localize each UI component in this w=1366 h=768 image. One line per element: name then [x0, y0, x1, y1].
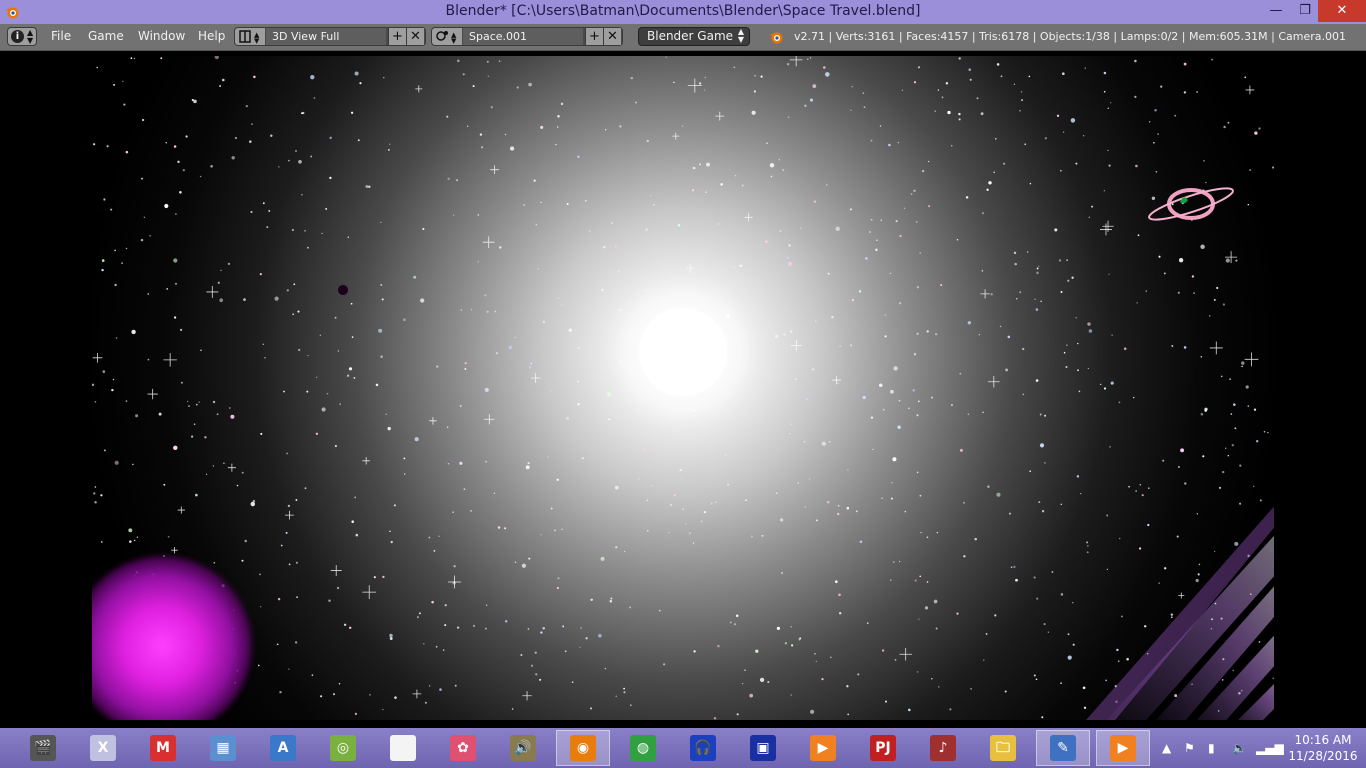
piano-taskbar-button[interactable]: ♪ — [916, 730, 970, 766]
updown-arrow-icon: ▲ ▼ — [27, 28, 34, 45]
game-taskbar-button[interactable]: X — [76, 730, 130, 766]
light-streaks — [1086, 506, 1274, 720]
project64-icon: PJ — [870, 735, 896, 761]
file-explorer-taskbar-button[interactable]: 🗀 — [976, 730, 1030, 766]
blender-logo-icon — [769, 32, 783, 44]
calculator-taskbar-button[interactable]: ▦ — [196, 730, 250, 766]
file-explorer-icon: 🗀 — [990, 735, 1016, 761]
svg-text:▼: ▼ — [451, 37, 457, 45]
maximize-button[interactable]: ❐ — [1290, 0, 1320, 22]
scene-name[interactable]: Space.001 — [463, 28, 583, 45]
game-icon: X — [90, 735, 116, 761]
window-title-bar: Blender* [C:\Users\Batman\Documents\Blen… — [0, 0, 1366, 24]
paint-icon: ✿ — [450, 735, 476, 761]
document-icon — [390, 735, 416, 761]
menu-help[interactable]: Help — [198, 29, 225, 43]
piano-icon: ♪ — [930, 735, 956, 761]
scene-statistics: v2.71 | Verts:3161 | Faces:4157 | Tris:6… — [794, 30, 1347, 43]
screen-layout-name[interactable]: 3D View Full — [266, 28, 386, 45]
mario-taskbar-button[interactable]: M — [136, 730, 190, 766]
editor-icon: ✎ — [1050, 735, 1076, 761]
blue-app-taskbar-button[interactable]: ▣ — [736, 730, 790, 766]
wordpad-icon: A — [270, 735, 296, 761]
screen-layout-selector[interactable]: ▲ ▼ 3D View Full + ✕ — [234, 27, 426, 46]
audio-icon: 🔊 — [510, 735, 536, 761]
wordpad-taskbar-button[interactable]: A — [256, 730, 310, 766]
svg-text:▼: ▼ — [254, 37, 260, 45]
media-player-icon: ▶ — [810, 735, 836, 761]
menu-game[interactable]: Game — [88, 29, 124, 43]
chrome-icon: ◍ — [630, 735, 656, 761]
power-icon[interactable]: ▮ — [1208, 741, 1215, 755]
close-button[interactable]: ✕ — [1318, 0, 1366, 22]
green-app-icon: ◎ — [330, 735, 356, 761]
network-signal-icon[interactable]: ▂▄▆ — [1256, 741, 1284, 755]
media-player-2-icon: ▶ — [1110, 735, 1136, 761]
blender-taskbar-button[interactable]: ◉ — [556, 730, 610, 766]
screen-layout-icon[interactable]: ▲ ▼ — [235, 28, 265, 45]
project64-taskbar-button[interactable]: PJ — [856, 730, 910, 766]
dropdown-arrow-icon: ▲ ▼ — [737, 27, 744, 44]
chrome-taskbar-button[interactable]: ◍ — [616, 730, 670, 766]
dark-moon — [338, 285, 348, 295]
system-clock[interactable]: 10:16 AM 11/28/2016 — [1288, 732, 1358, 764]
editor-type-button[interactable]: i ▲ ▼ — [7, 27, 37, 46]
mario-icon: M — [150, 735, 176, 761]
blender-icon: ◉ — [570, 735, 596, 761]
video-maker-taskbar-button[interactable]: 🎬 — [16, 730, 70, 766]
show-hidden-icons-icon[interactable]: ▲ — [1162, 741, 1171, 755]
document-taskbar-button[interactable] — [376, 730, 430, 766]
render-engine-dropdown[interactable]: Blender Game ▲ ▼ — [638, 27, 750, 46]
calculator-icon: ▦ — [210, 735, 236, 761]
video-maker-icon: 🎬 — [30, 735, 56, 761]
volume-icon[interactable]: 🔈 — [1232, 741, 1247, 755]
game-viewport[interactable] — [92, 56, 1274, 720]
green-app-taskbar-button[interactable]: ◎ — [316, 730, 370, 766]
media-player-taskbar-button[interactable]: ▶ — [796, 730, 850, 766]
menu-file[interactable]: File — [51, 29, 71, 43]
window-title: Blender* [C:\Users\Batman\Documents\Blen… — [445, 3, 921, 19]
action-center-flag-icon[interactable]: ⚑ — [1184, 741, 1195, 755]
add-scene-button[interactable]: + — [585, 28, 603, 45]
audacity-icon: 🎧 — [690, 735, 716, 761]
remove-layout-button[interactable]: ✕ — [406, 28, 424, 45]
clock-date: 11/28/2016 — [1288, 749, 1358, 763]
menu-window[interactable]: Window — [138, 29, 185, 43]
paint-taskbar-button[interactable]: ✿ — [436, 730, 490, 766]
info-icon: i — [11, 30, 24, 43]
ringed-planet — [1148, 187, 1234, 221]
media-player-2-taskbar-button[interactable]: ▶ — [1096, 730, 1150, 766]
clock-time: 10:16 AM — [1294, 733, 1352, 747]
sun — [639, 308, 727, 396]
scene-selector[interactable]: ▲ ▼ Space.001 + ✕ — [431, 27, 623, 46]
add-layout-button[interactable]: + — [388, 28, 406, 45]
audacity-taskbar-button[interactable]: 🎧 — [676, 730, 730, 766]
blue-app-icon: ▣ — [750, 735, 776, 761]
remove-scene-button[interactable]: ✕ — [603, 28, 621, 45]
render-engine-label: Blender Game — [647, 29, 734, 43]
scene-icon[interactable]: ▲ ▼ — [432, 28, 462, 45]
editor-taskbar-button[interactable]: ✎ — [1036, 730, 1090, 766]
audio-taskbar-button[interactable]: 🔊 — [496, 730, 550, 766]
